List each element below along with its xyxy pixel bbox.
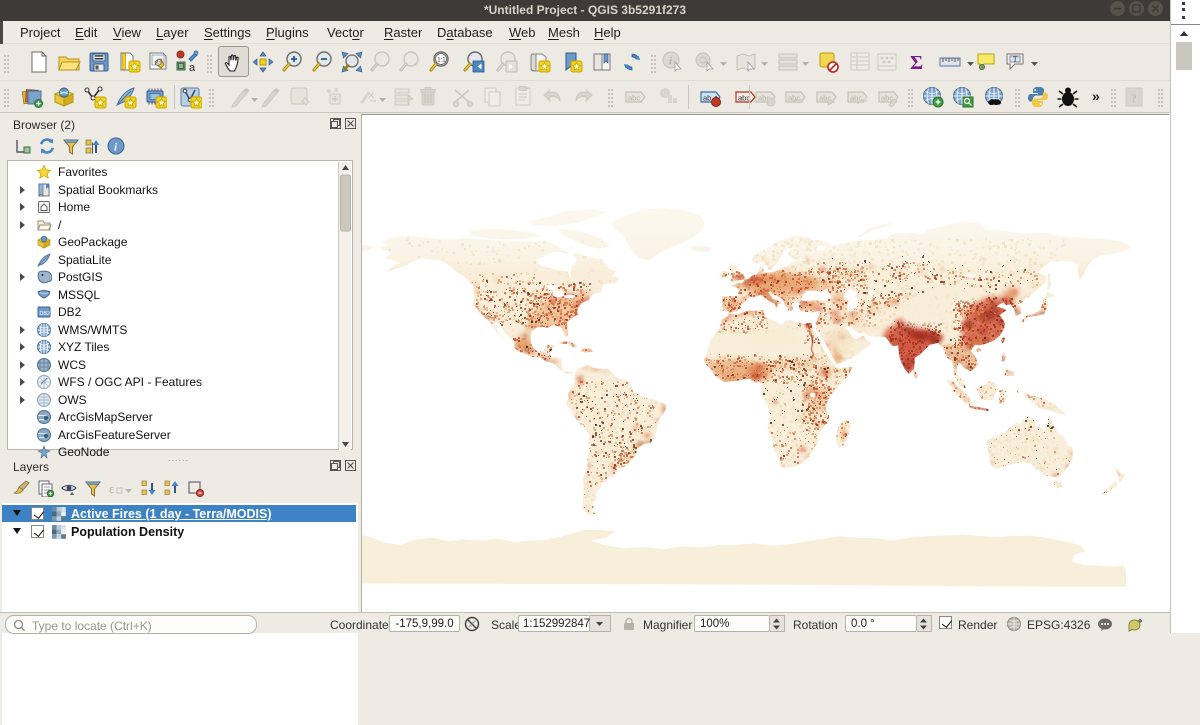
svg-text:a: a <box>189 62 196 74</box>
svg-text:abc: abc <box>628 94 640 103</box>
svg-text:ab: ab <box>703 94 711 103</box>
svg-text:1:1: 1:1 <box>437 58 446 64</box>
svg-text:T: T <box>1013 56 1018 64</box>
svg-text:DB2: DB2 <box>39 311 50 317</box>
svg-text:✕: ✕ <box>367 91 375 102</box>
svg-text:ε: ε <box>109 481 115 496</box>
svg-text:Σ: Σ <box>910 52 923 74</box>
svg-text:?: ? <box>1131 91 1136 105</box>
svg-text:abc: abc <box>881 94 893 103</box>
